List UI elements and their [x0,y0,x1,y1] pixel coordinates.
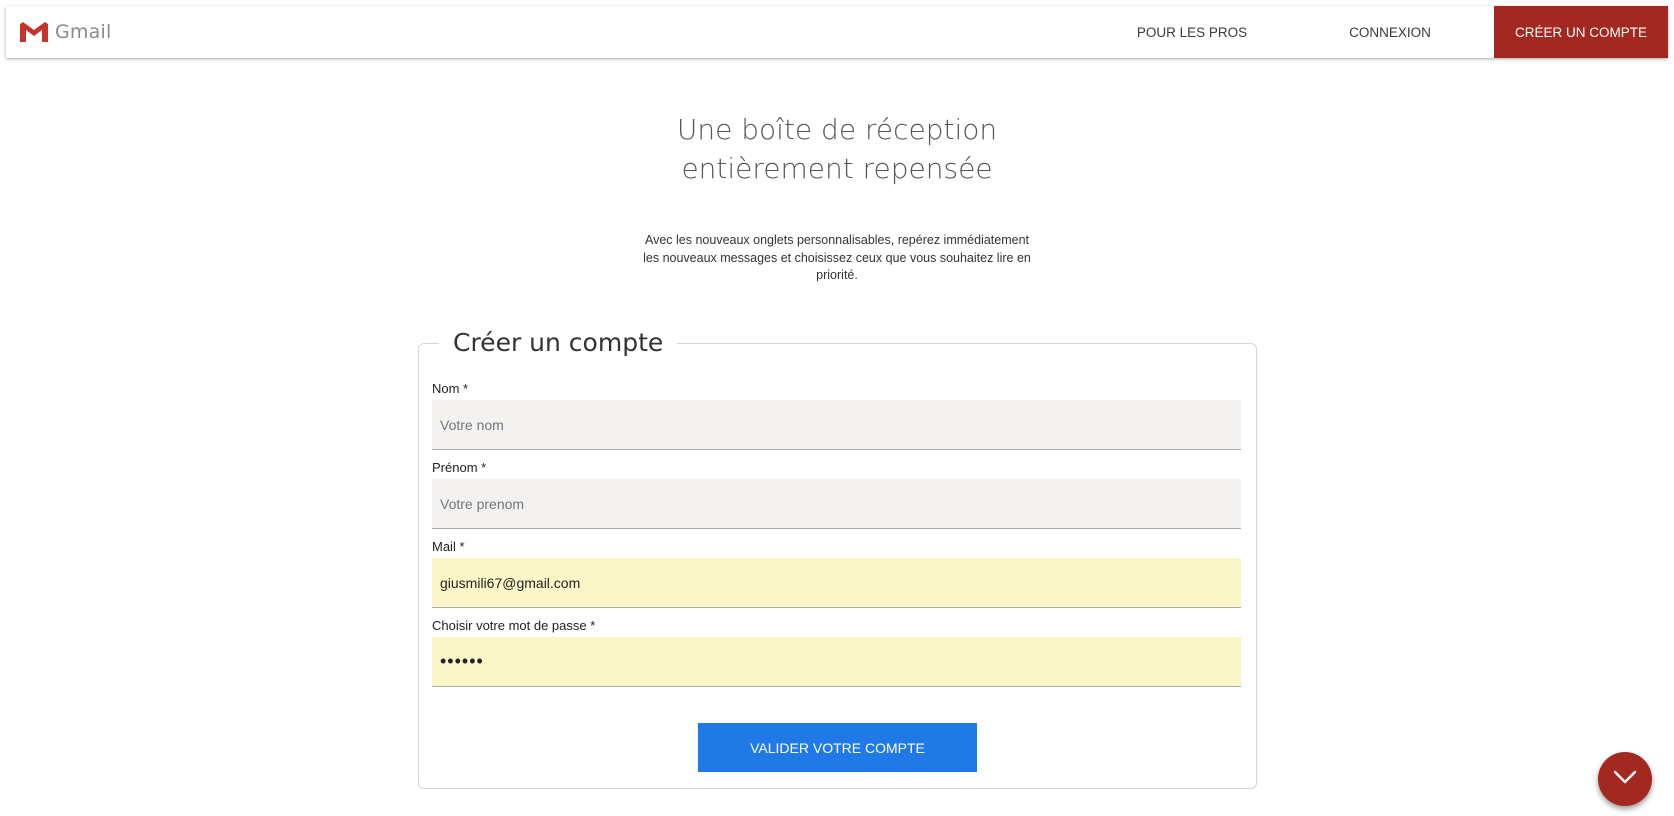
brand[interactable]: Gmail [20,21,111,43]
top-navbar: Gmail POUR LES PROS CONNEXION CRÉER UN C… [6,6,1668,58]
mail-input[interactable] [432,558,1241,608]
main-nav: POUR LES PROS CONNEXION CRÉER UN COMPTE [1098,6,1668,58]
gmail-m-logo-icon [20,22,48,42]
nom-label: Nom * [432,381,469,396]
prenom-label: Prénom * [432,460,487,475]
scroll-down-button[interactable] [1598,752,1652,806]
prenom-input[interactable] [432,479,1241,529]
nom-input[interactable] [432,400,1241,450]
mail-label: Mail * [432,539,465,554]
hero-title-line-1: Une boîte de réception [676,113,998,146]
form-title: Créer un compte [439,326,678,360]
validate-account-button[interactable]: VALIDER VOTRE COMPTE [698,723,977,772]
nav-pour-les-pros-link[interactable]: POUR LES PROS [1098,6,1286,58]
password-input[interactable] [432,637,1241,687]
nav-create-account-button[interactable]: CRÉER UN COMPTE [1494,6,1668,58]
hero-title: Une boîte de réception entièrement repen… [0,110,1674,188]
chevron-down-icon [1613,770,1637,789]
nav-connexion-link[interactable]: CONNEXION [1286,6,1494,58]
hero-description: Avec les nouveaux onglets personnalisabl… [643,233,1031,282]
brand-name: Gmail [55,21,112,43]
hero-title-line-2: entièrement repensée [681,152,993,185]
password-label: Choisir votre mot de passe * [432,618,596,633]
